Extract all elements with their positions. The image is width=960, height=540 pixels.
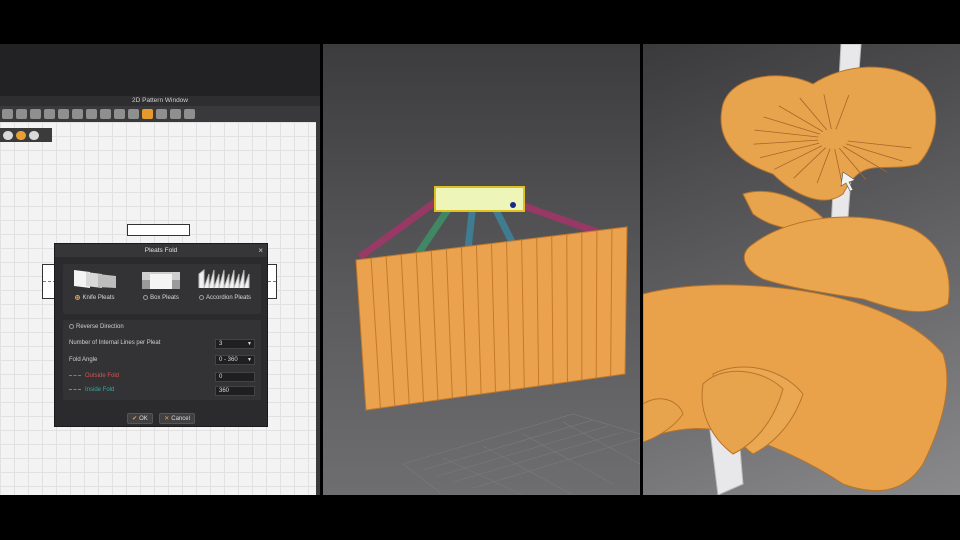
pleat-seam <box>566 234 568 383</box>
selected-point-icon <box>510 202 516 208</box>
internal-lines-label: Number of Internal Lines per Pleat <box>69 340 161 346</box>
internal-polygon-tool-icon[interactable] <box>86 109 97 119</box>
tuck-tool-icon[interactable] <box>128 109 139 119</box>
waistband-pattern-piece[interactable] <box>127 224 190 236</box>
check-icon: ✔ <box>132 416 138 422</box>
pattern-window-panel: 2D Pattern Window Pleats Fold × Knife Pl… <box>0 44 320 495</box>
box-pleats-icon <box>136 268 186 290</box>
cross-icon: ✕ <box>164 416 170 422</box>
dialog-header: Pleats Fold × <box>55 244 267 257</box>
letterbox-bottom <box>0 495 960 540</box>
accordion-pleats-radio[interactable] <box>198 295 204 300</box>
knife-pleats-icon <box>70 268 120 290</box>
fold-arrangement-tool-icon[interactable] <box>156 109 167 119</box>
outside-fold-label: Outside Fold <box>85 373 120 379</box>
fold-angle-tool-icon[interactable] <box>3 130 13 140</box>
pattern-subtoolbar <box>0 128 52 142</box>
polygon-tool-icon[interactable] <box>44 109 55 119</box>
pattern-window-title: 2D Pattern Window <box>132 97 188 104</box>
fold-angle-label: Fold Angle <box>69 357 98 363</box>
pleat-seam <box>595 230 598 379</box>
close-icon[interactable]: × <box>258 244 263 257</box>
pattern-toolbar <box>0 106 320 122</box>
rectangle-tool-icon[interactable] <box>58 109 69 119</box>
3d-scene <box>355 186 640 495</box>
edit-pattern-tool-icon[interactable] <box>2 109 13 119</box>
reverse-direction-row[interactable]: Reverse Direction <box>69 324 124 330</box>
dart-tool-icon[interactable] <box>72 109 83 119</box>
ruffle-upper[interactable] <box>720 66 937 230</box>
panel-scrollbar[interactable] <box>316 122 320 495</box>
chevron-down-icon: ▼ <box>247 341 252 347</box>
dialog-title: Pleats Fold <box>144 247 178 254</box>
outside-fold-row: Outside Fold <box>69 373 119 379</box>
ok-button[interactable]: ✔ OK <box>127 413 153 424</box>
box-pleats-radio[interactable] <box>143 295 149 300</box>
transform-tool-icon[interactable] <box>16 109 27 119</box>
inside-fold-row: Inside Fold <box>69 387 114 393</box>
accordion-pleats-label: Accordion Pleats <box>205 295 252 302</box>
knife-pleats-option[interactable]: Knife Pleats <box>65 268 125 301</box>
cancel-button[interactable]: ✕ Cancel <box>159 413 195 424</box>
knife-pleat-icon[interactable] <box>16 130 26 140</box>
accordion-pleats-option[interactable]: Accordion Pleats <box>195 268 255 301</box>
app-top-area <box>0 44 320 96</box>
pleats-fold-dialog: Pleats Fold × Knife Pleats Box Pleats Ac… <box>54 243 268 427</box>
edit-point-tool-icon[interactable] <box>30 109 41 119</box>
measure-tool-icon[interactable] <box>170 109 181 119</box>
outside-fold-swatch <box>69 374 81 376</box>
reverse-direction-label: Reverse Direction <box>76 324 124 331</box>
waistband-3d[interactable] <box>434 186 525 212</box>
cancel-label: Cancel <box>171 416 190 422</box>
inside-fold-input[interactable]: 360 <box>215 386 255 396</box>
skirt-drape[interactable] <box>643 284 948 492</box>
internal-lines-select[interactable]: 3 ▼ <box>215 339 255 349</box>
box-pleats-label: Box Pleats <box>150 295 179 302</box>
inside-fold-swatch <box>69 388 81 390</box>
internal-lines-value: 3 <box>219 341 223 347</box>
reverse-direction-checkbox[interactable] <box>69 324 74 329</box>
3d-simulation-view[interactable] <box>323 44 640 495</box>
letterbox-top <box>0 0 960 44</box>
segment-sewing-tool-icon[interactable] <box>100 109 111 119</box>
chevron-down-icon: ▼ <box>247 357 252 363</box>
accordion-pleats-icon <box>198 268 250 290</box>
pleat-settings-icon[interactable] <box>29 130 39 140</box>
floor-grid <box>402 413 640 495</box>
garment-scene <box>643 44 950 495</box>
fold-angle-select[interactable]: 0 - 360 ▼ <box>215 355 255 365</box>
free-sewing-tool-icon[interactable] <box>114 109 125 119</box>
box-pleats-option[interactable]: Box Pleats <box>131 268 191 301</box>
ruler-tool-icon[interactable] <box>184 109 195 119</box>
pleats-fold-tool-icon[interactable] <box>142 109 153 119</box>
dialog-buttons: ✔ OK ✕ Cancel <box>55 407 267 425</box>
pleat-type-selector: Knife Pleats Box Pleats Accordion Pleats <box>63 264 261 314</box>
knife-pleats-label: Knife Pleats <box>82 295 115 302</box>
inside-fold-label: Inside Fold <box>85 387 115 393</box>
ok-label: OK <box>139 416 148 422</box>
fold-angle-value: 0 - 360 <box>219 357 238 363</box>
pleat-settings: Reverse Direction Number of Internal Lin… <box>63 320 261 400</box>
outside-fold-input[interactable]: 0 <box>215 372 255 382</box>
pleated-fabric-3d[interactable] <box>355 226 628 411</box>
knife-pleats-radio[interactable] <box>75 295 81 300</box>
3d-garment-view[interactable] <box>643 44 960 495</box>
